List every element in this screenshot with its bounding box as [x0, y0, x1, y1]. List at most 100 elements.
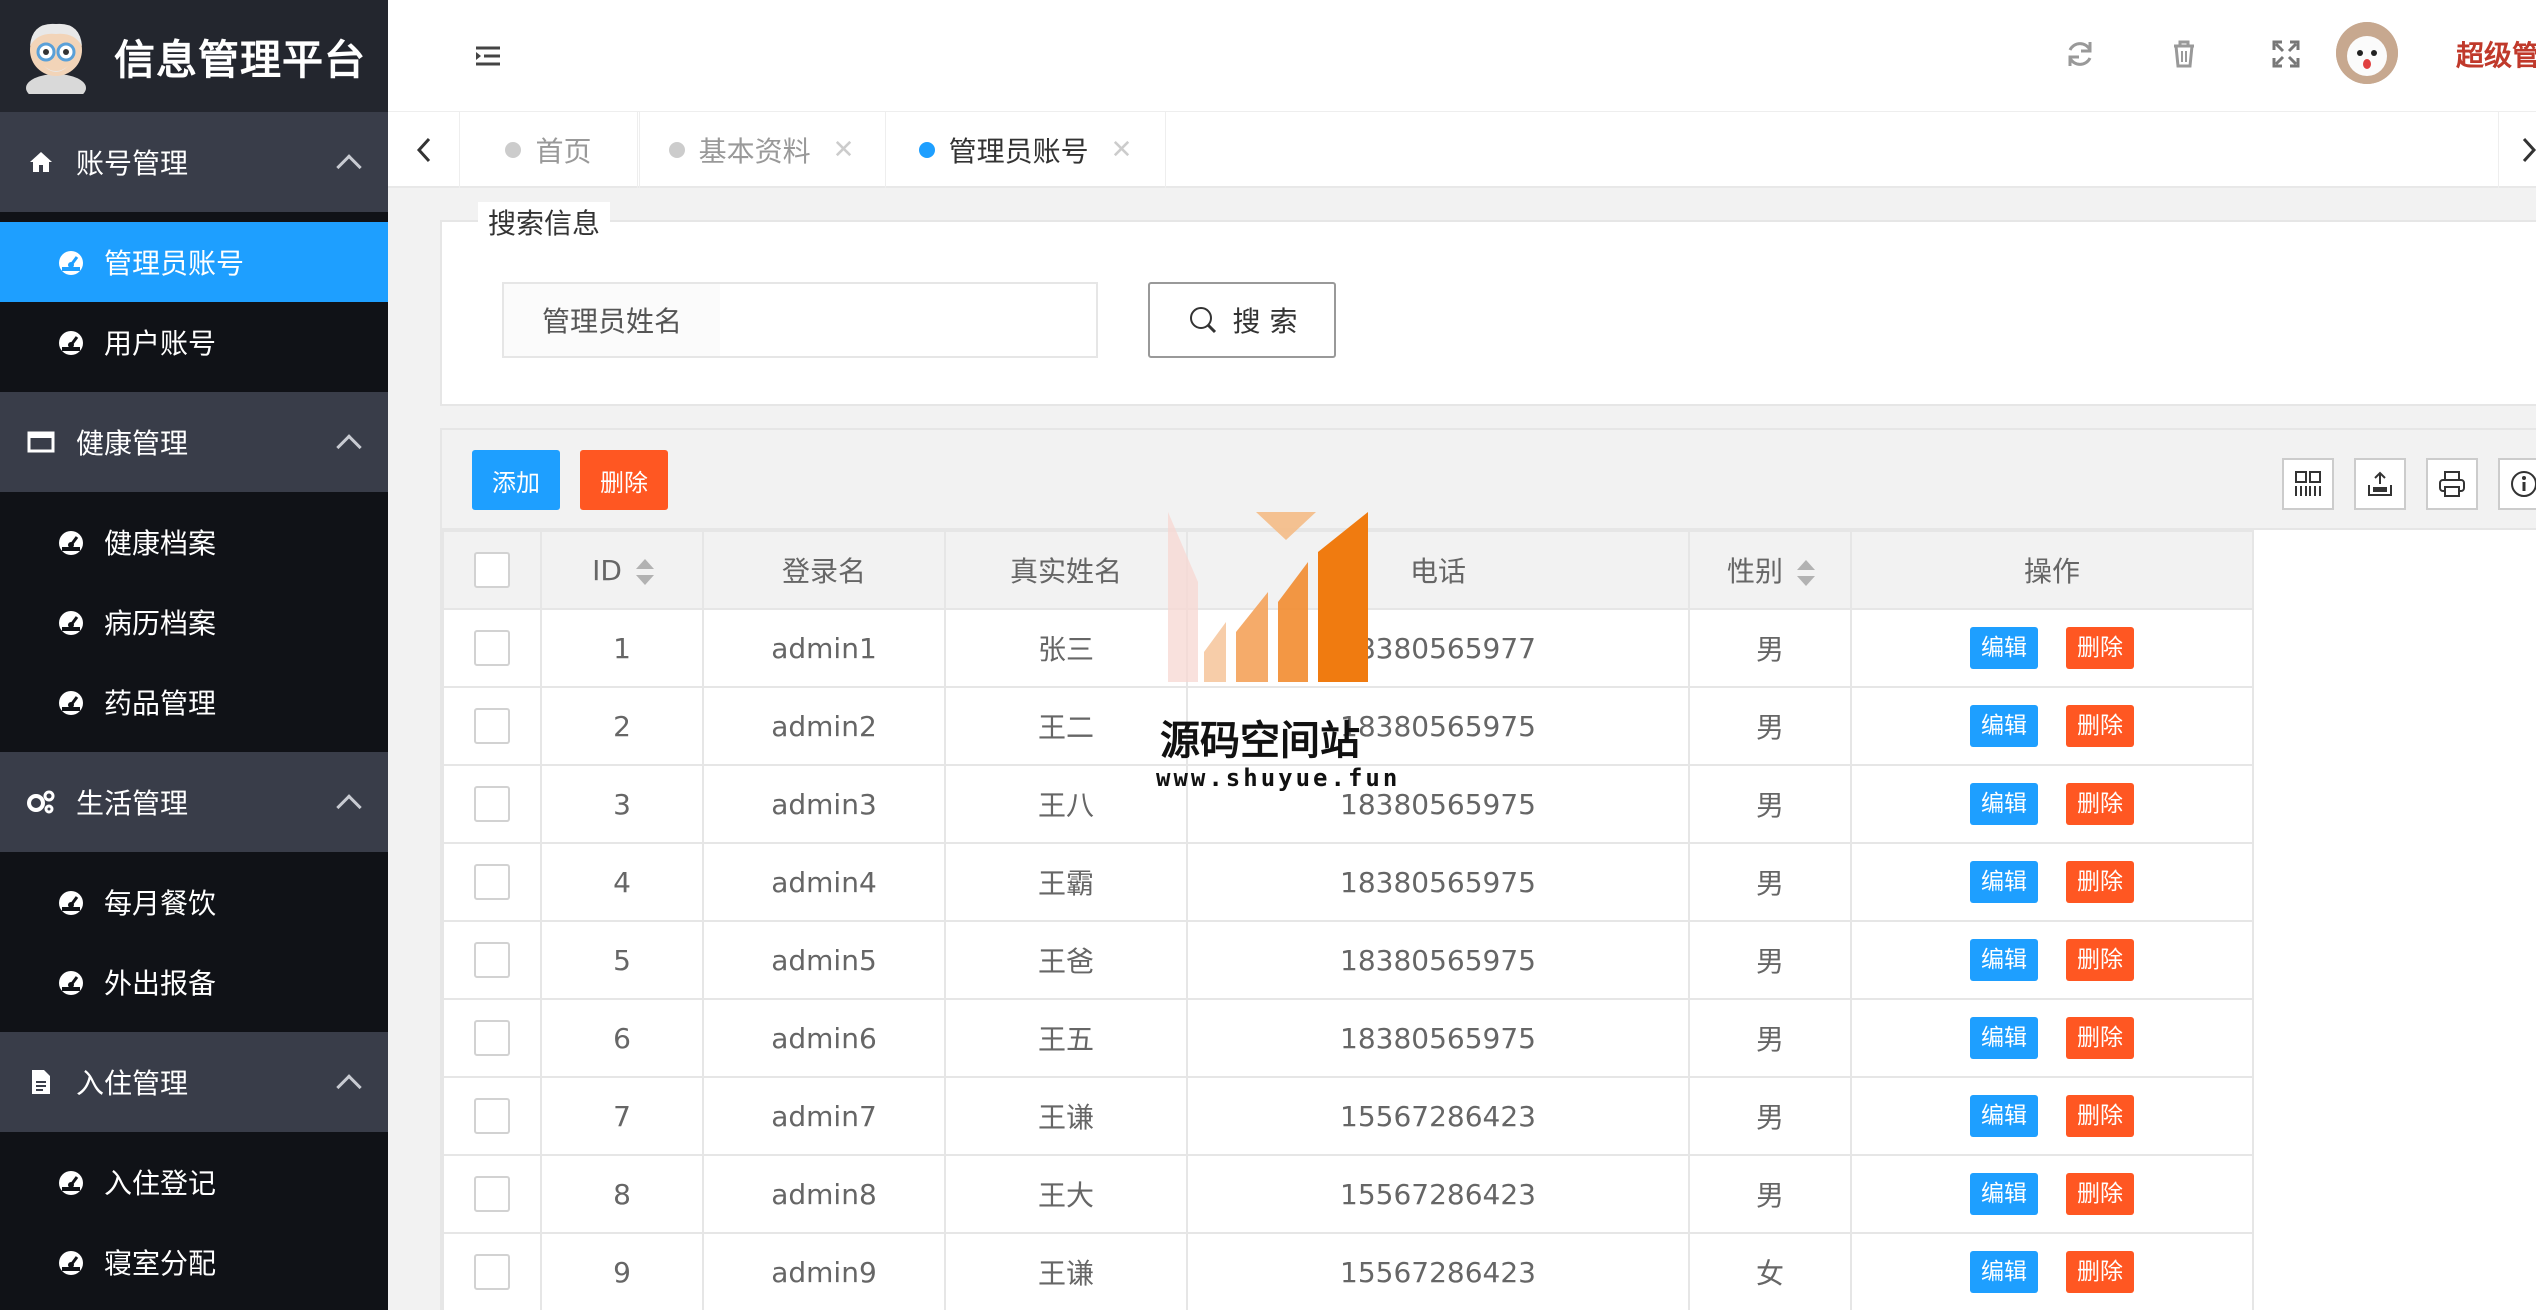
- row-select-cell[interactable]: [442, 686, 542, 766]
- user-name[interactable]: 超级管: [2456, 34, 2536, 74]
- cell-id: 2: [540, 686, 704, 766]
- table-row[interactable]: 6 admin6 王五 18380565975 男编辑 删除: [442, 998, 2254, 1078]
- avatar[interactable]: [2336, 22, 2398, 84]
- sidebar-group-life[interactable]: 生活管理: [0, 752, 388, 852]
- sidebar-item-monthly-meals[interactable]: 每月餐饮: [0, 862, 388, 942]
- edit-button[interactable]: 编辑: [1970, 1173, 2038, 1215]
- sidebar-item-checkin-register[interactable]: 入住登记: [0, 1142, 388, 1222]
- sidebar-item-user-account[interactable]: 用户账号: [0, 302, 388, 382]
- logo[interactable]: 信息管理平台: [0, 0, 388, 112]
- row-checkbox[interactable]: [474, 1098, 510, 1134]
- table-row[interactable]: 8 admin8 王大 15567286423 男编辑 删除: [442, 1154, 2254, 1234]
- row-checkbox[interactable]: [474, 1254, 510, 1290]
- search-button[interactable]: 搜 索: [1148, 282, 1336, 358]
- info-icon[interactable]: [2498, 458, 2536, 510]
- delete-button[interactable]: 删除: [2066, 627, 2134, 669]
- admin-name-input[interactable]: [720, 282, 1098, 358]
- row-select-cell[interactable]: [442, 608, 542, 688]
- cell-ops: 编辑 删除: [1850, 608, 2254, 688]
- row-checkbox[interactable]: [474, 864, 510, 900]
- table-row[interactable]: 2 admin2 王二 18380565975 男编辑 删除: [442, 686, 2254, 766]
- tab-basic-info[interactable]: 基本资料 ✕: [638, 112, 886, 188]
- sidebar-group-checkin[interactable]: 入住管理: [0, 1032, 388, 1132]
- tab-scroll-right-icon[interactable]: [2498, 112, 2536, 188]
- sidebar-group-body: 管理员账号 用户账号: [0, 212, 388, 392]
- col-gender[interactable]: 性别: [1688, 530, 1852, 610]
- table-row[interactable]: 5 admin5 王爸 18380565975 男编辑 删除: [442, 920, 2254, 1000]
- sidebar-item-outing-report[interactable]: 外出报备: [0, 942, 388, 1022]
- edit-button[interactable]: 编辑: [1970, 861, 2038, 903]
- sidebar-group-body: 入住登记 寝室分配: [0, 1132, 388, 1310]
- cell-phone: 18380565975: [1186, 998, 1690, 1078]
- sidebar-item-label: 健康档案: [104, 527, 217, 560]
- col-id[interactable]: ID: [540, 530, 704, 610]
- edit-button[interactable]: 编辑: [1970, 1251, 2038, 1293]
- row-select-cell[interactable]: [442, 1154, 542, 1234]
- sidebar-group-account[interactable]: 账号管理: [0, 112, 388, 212]
- row-checkbox[interactable]: [474, 942, 510, 978]
- sidebar-group-label: 健康管理: [76, 427, 189, 460]
- select-all-header[interactable]: [442, 530, 542, 610]
- sidebar-item-label: 入住登记: [104, 1167, 217, 1200]
- refresh-icon[interactable]: [2064, 38, 2096, 70]
- edit-button[interactable]: 编辑: [1970, 1017, 2038, 1059]
- row-checkbox[interactable]: [474, 1176, 510, 1212]
- edit-button[interactable]: 编辑: [1970, 1095, 2038, 1137]
- table-row[interactable]: 7 admin7 王谦 15567286423 男编辑 删除: [442, 1076, 2254, 1156]
- cell-name: 张三: [944, 608, 1188, 688]
- cell-name: 王大: [944, 1154, 1188, 1234]
- col-name: 真实姓名: [944, 530, 1188, 610]
- fullscreen-icon[interactable]: [2270, 38, 2302, 70]
- sidebar-item-admin-account[interactable]: 管理员账号: [0, 222, 388, 302]
- close-icon[interactable]: ✕: [833, 135, 855, 165]
- row-checkbox[interactable]: [474, 1020, 510, 1056]
- sidebar-group-health[interactable]: 健康管理: [0, 392, 388, 492]
- close-icon[interactable]: ✕: [1111, 135, 1133, 165]
- row-checkbox[interactable]: [474, 786, 510, 822]
- sidebar-item-health-records[interactable]: 健康档案: [0, 502, 388, 582]
- row-select-cell[interactable]: [442, 1232, 542, 1310]
- row-select-cell[interactable]: [442, 764, 542, 844]
- sidebar-item-medical-records[interactable]: 病历档案: [0, 582, 388, 662]
- add-button[interactable]: 添加: [472, 450, 560, 510]
- row-select-cell[interactable]: [442, 920, 542, 1000]
- export-icon[interactable]: [2354, 458, 2406, 510]
- columns-icon[interactable]: [2282, 458, 2334, 510]
- tab-admin-account[interactable]: 管理员账号 ✕: [886, 112, 1166, 188]
- edit-button[interactable]: 编辑: [1970, 939, 2038, 981]
- delete-button[interactable]: 删除: [2066, 1095, 2134, 1137]
- delete-button[interactable]: 删除: [2066, 939, 2134, 981]
- table-row[interactable]: 9 admin9 王谦 15567286423 女编辑 删除: [442, 1232, 2254, 1310]
- table-row[interactable]: 4 admin4 王霸 18380565975 男编辑 删除: [442, 842, 2254, 922]
- table-row[interactable]: 1 admin1 张三 18380565977 男编辑 删除: [442, 608, 2254, 688]
- delete-button[interactable]: 删除: [2066, 1017, 2134, 1059]
- row-select-cell[interactable]: [442, 842, 542, 922]
- print-icon[interactable]: [2426, 458, 2478, 510]
- tab-scroll-left-icon[interactable]: [388, 112, 460, 188]
- edit-button[interactable]: 编辑: [1970, 783, 2038, 825]
- delete-button[interactable]: 删除: [2066, 783, 2134, 825]
- batch-delete-button[interactable]: 删除: [580, 450, 668, 510]
- sort-icon[interactable]: [1797, 560, 1815, 586]
- delete-button[interactable]: 删除: [2066, 705, 2134, 747]
- row-select-cell[interactable]: [442, 1076, 542, 1156]
- sort-icon[interactable]: [635, 558, 654, 585]
- edit-button[interactable]: 编辑: [1970, 705, 2038, 747]
- sidebar: 信息管理平台 账号管理 管理员账号 用户账号 健康管理 健康档案 病历档案 药品…: [0, 0, 388, 1310]
- row-checkbox[interactable]: [474, 708, 510, 744]
- cell-name: 王五: [944, 998, 1188, 1078]
- cell-id: 5: [540, 920, 704, 1000]
- delete-button[interactable]: 删除: [2066, 1173, 2134, 1215]
- row-checkbox[interactable]: [474, 630, 510, 666]
- delete-button[interactable]: 删除: [2066, 861, 2134, 903]
- trash-icon[interactable]: [2168, 38, 2200, 70]
- tab-home[interactable]: 首页: [460, 112, 638, 188]
- delete-button[interactable]: 删除: [2066, 1251, 2134, 1293]
- edit-button[interactable]: 编辑: [1970, 627, 2038, 669]
- sidebar-item-dorm-allocation[interactable]: 寝室分配: [0, 1222, 388, 1302]
- row-select-cell[interactable]: [442, 998, 542, 1078]
- table-row[interactable]: 3 admin3 王八 18380565975 男编辑 删除: [442, 764, 2254, 844]
- sidebar-item-medicine[interactable]: 药品管理: [0, 662, 388, 742]
- select-all-checkbox[interactable]: [474, 552, 510, 588]
- menu-toggle-icon[interactable]: [472, 40, 504, 72]
